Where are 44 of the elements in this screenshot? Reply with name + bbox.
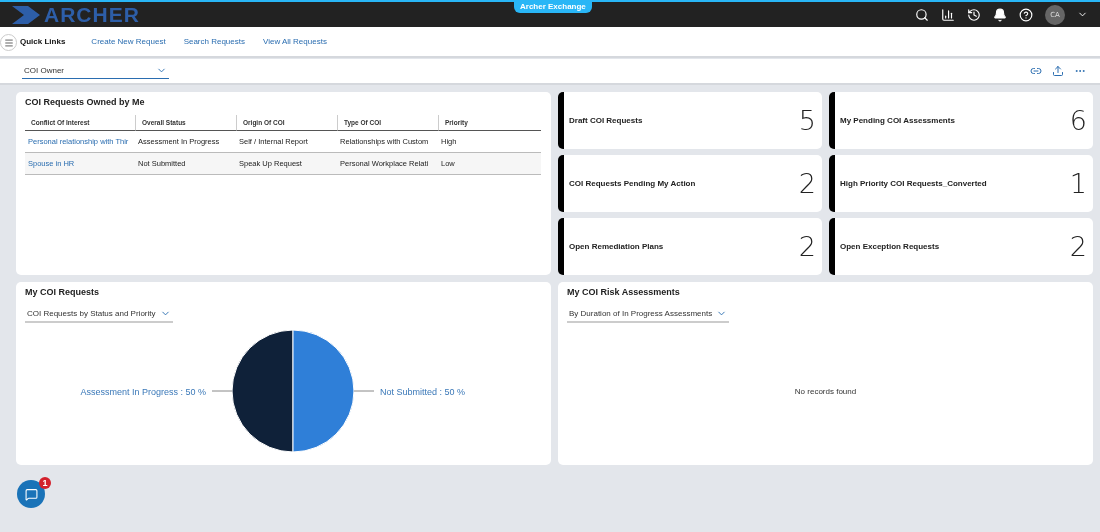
link-icon[interactable] xyxy=(1030,65,1042,77)
tile-count: 2 xyxy=(798,231,816,262)
tile-label: Open Exception Requests xyxy=(840,242,940,251)
tile-label: Open Remediation Plans xyxy=(569,242,664,251)
leader-line xyxy=(353,390,375,392)
card-title: COI Requests Owned by Me xyxy=(25,97,146,107)
help-icon[interactable] xyxy=(1019,7,1033,22)
slice-label: Not Submitted : 50 % xyxy=(380,387,466,397)
quick-links-title: Quick Links xyxy=(20,37,66,46)
stat-tile[interactable]: My Pending COI Assessments 6 xyxy=(829,92,1093,149)
quick-link[interactable]: View All Requests xyxy=(263,37,327,46)
tile-count: 5 xyxy=(798,105,816,136)
empty-message: No records found xyxy=(793,387,858,396)
archer-logo: ARCHER xyxy=(12,2,140,27)
tile-label: COI Requests Pending My Action xyxy=(569,179,696,188)
share-icon[interactable] xyxy=(1052,65,1064,77)
owner-select[interactable]: COI Owner xyxy=(22,63,169,79)
chat-icon xyxy=(24,487,38,501)
history-icon[interactable] xyxy=(967,7,981,22)
tile-count: 2 xyxy=(1069,231,1087,262)
card-title: My COI Requests xyxy=(25,287,101,297)
stat-tile[interactable]: COI Requests Pending My Action 2 xyxy=(558,155,822,212)
view-select[interactable]: COI Requests by Status and Priority xyxy=(25,306,173,323)
search-icon[interactable] xyxy=(915,7,929,22)
chart-icon[interactable] xyxy=(941,7,955,22)
card-title: My COI Risk Assessments xyxy=(567,287,681,297)
tile-label: My Pending COI Assessments xyxy=(840,116,955,125)
tile-label: High Priority COI Requests_Converted xyxy=(840,179,987,188)
slice-label: Assessment In Progress : 50 % xyxy=(80,387,206,397)
stat-tile[interactable]: Open Exception Requests 2 xyxy=(829,218,1093,275)
tile-count: 6 xyxy=(1069,105,1087,136)
view-select[interactable]: By Duration of In Progress Assessments xyxy=(567,306,730,323)
notification-badge: 1 xyxy=(39,477,51,489)
tile-label: Draft COI Requests xyxy=(569,116,643,125)
tile-count: 1 xyxy=(1069,168,1087,199)
tile-count: 2 xyxy=(798,168,816,199)
chat-button[interactable] xyxy=(17,480,45,508)
quick-link[interactable]: Search Requests xyxy=(183,37,245,46)
leader-line xyxy=(211,390,233,392)
stat-tile[interactable]: High Priority COI Requests_Converted 1 xyxy=(829,155,1093,212)
bell-icon[interactable] xyxy=(993,7,1007,22)
quick-link[interactable]: Create New Request xyxy=(91,37,166,46)
stat-tile[interactable]: Draft COI Requests 5 xyxy=(558,92,822,149)
stat-tile[interactable]: Open Remediation Plans 2 xyxy=(558,218,822,275)
